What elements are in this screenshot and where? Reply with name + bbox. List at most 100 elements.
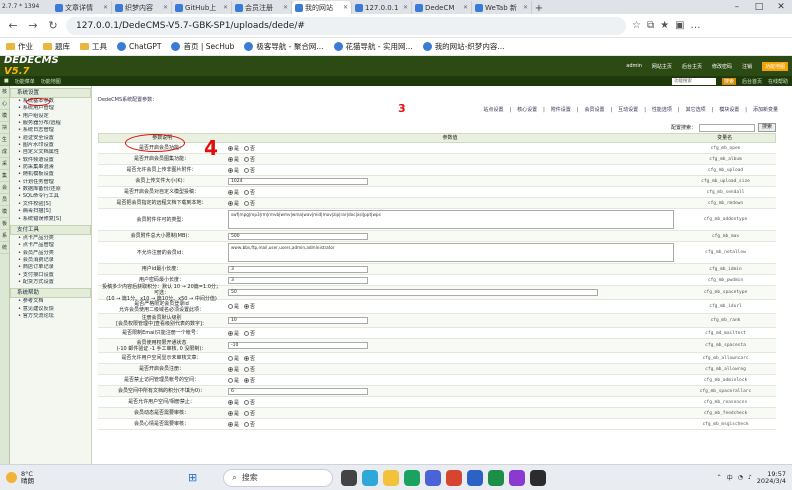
sidebar-item[interactable]: • 点卡产品管理 bbox=[10, 242, 91, 249]
text-input[interactable]: 3 bbox=[228, 265, 368, 273]
settings-tab[interactable]: 核心设置 bbox=[517, 107, 537, 113]
radio-option-yes[interactable]: 是 bbox=[228, 145, 239, 152]
textarea-input[interactable]: swf|mpg|mp3|rm|rmvb|wmv|wma|wav|mid|mov|… bbox=[228, 210, 674, 229]
textarea-input[interactable]: www,bbs,ftp,mail,user,users,admin,admini… bbox=[228, 243, 674, 262]
bookmark-item[interactable]: 我的网站-织梦内容... bbox=[422, 41, 505, 52]
text-input[interactable]: 6 bbox=[228, 387, 368, 395]
module-strip-item[interactable]: 成 bbox=[0, 146, 9, 158]
toolbar-help-link[interactable]: 在线帮助 bbox=[768, 78, 788, 85]
bookmark-item[interactable]: 工具 bbox=[80, 41, 107, 52]
radio-option-yes[interactable]: 是 bbox=[228, 200, 239, 207]
radio-option-yes[interactable]: 是 bbox=[228, 410, 239, 417]
radio-option-yes[interactable]: 是 bbox=[228, 303, 239, 310]
text-input[interactable]: 3 bbox=[228, 276, 368, 284]
collections-icon[interactable]: ▣ bbox=[675, 20, 684, 31]
radio-option-no[interactable]: 否 bbox=[244, 189, 255, 196]
sidebar-item[interactable]: • 意见建议反馈 bbox=[10, 306, 91, 313]
radio-button[interactable] bbox=[244, 189, 250, 195]
radio-option-no[interactable]: 否 bbox=[244, 355, 255, 362]
tab-close-icon[interactable]: ✕ bbox=[223, 4, 228, 11]
radio-button[interactable] bbox=[228, 421, 233, 427]
sidebar-item[interactable]: • 图片水印设置 bbox=[10, 142, 91, 149]
sidebar-item[interactable]: • 自定义文档属性 bbox=[10, 149, 91, 156]
sidebar-item[interactable]: • 文件校验[S] bbox=[10, 201, 91, 208]
text-input[interactable]: 1024 bbox=[228, 177, 368, 185]
reload-icon[interactable]: ↻ bbox=[46, 19, 60, 32]
sidebar-item[interactable]: • 系统用户管理 bbox=[10, 105, 91, 112]
module-strip-item[interactable]: 模 bbox=[0, 110, 9, 122]
radio-button[interactable] bbox=[244, 330, 250, 336]
clock[interactable]: 19:57 2024/3/4 bbox=[757, 470, 786, 485]
chrome-icon[interactable] bbox=[404, 469, 421, 486]
radio-button[interactable] bbox=[228, 156, 233, 162]
ime-indicator[interactable]: 中 bbox=[727, 473, 733, 482]
taskbar-search[interactable]: ⌕ 搜索 bbox=[223, 468, 334, 487]
more-icon[interactable]: … bbox=[691, 20, 701, 31]
radio-option-yes[interactable]: 是 bbox=[228, 330, 239, 337]
module-strip-item[interactable]: 模 bbox=[0, 206, 9, 218]
sidebar-item[interactable]: • 点卡产品分类 bbox=[10, 235, 91, 242]
function-search-button[interactable]: 搜索 bbox=[721, 77, 736, 85]
minimize-icon[interactable]: – bbox=[726, 1, 748, 14]
radio-option-no[interactable]: 否 bbox=[244, 399, 255, 406]
radio-button[interactable] bbox=[228, 399, 233, 405]
radio-option-no[interactable]: 否 bbox=[244, 200, 255, 207]
star-icon[interactable]: ☆ bbox=[632, 20, 641, 31]
bookmark-item[interactable]: 极客导航 - 聚合网... bbox=[244, 41, 324, 52]
tab-close-icon[interactable]: ✕ bbox=[163, 4, 168, 11]
app-icon[interactable] bbox=[446, 469, 463, 486]
radio-button[interactable] bbox=[228, 330, 233, 336]
module-strip-item[interactable]: 集 bbox=[0, 170, 9, 182]
tab-close-icon[interactable]: ✕ bbox=[403, 4, 408, 11]
radio-button[interactable] bbox=[228, 189, 233, 195]
radio-button[interactable] bbox=[228, 145, 233, 151]
radio-option-no[interactable]: 否 bbox=[244, 366, 255, 373]
browser-tab[interactable]: 127.0.0.1 ✕ bbox=[352, 1, 412, 14]
sidebar-item[interactable]: • 支付接口设置 bbox=[10, 272, 91, 279]
browser-tab[interactable]: WeTab 新 ✕ bbox=[472, 1, 532, 14]
toolbar-menu-icon[interactable]: ■ bbox=[4, 78, 9, 84]
word-icon[interactable] bbox=[467, 469, 484, 486]
settings-tab[interactable]: 站点设置 bbox=[483, 107, 503, 113]
radio-button[interactable] bbox=[244, 410, 250, 416]
settings-tab[interactable]: 模块设置 bbox=[719, 107, 739, 113]
sidebar-item[interactable]: • 计划任务管理 bbox=[10, 179, 91, 186]
text-input[interactable]: 50 bbox=[228, 289, 598, 296]
wifi-icon[interactable]: ◔ bbox=[738, 474, 743, 481]
radio-option-no[interactable]: 否 bbox=[244, 167, 255, 174]
sidebar-item[interactable]: • 系统基本参数 bbox=[10, 98, 91, 105]
module-strip-item[interactable]: 采 bbox=[0, 158, 9, 170]
sidebar-item[interactable]: • 随机模板设置 bbox=[10, 171, 91, 178]
tab-close-icon[interactable]: ✕ bbox=[343, 4, 348, 11]
sidebar-item[interactable]: • 验证安全设置 bbox=[10, 135, 91, 142]
header-link[interactable]: 后台主页 bbox=[682, 63, 702, 70]
settings-tab[interactable]: 互动设置 bbox=[618, 107, 638, 113]
header-func-map[interactable]: 功能地图 bbox=[761, 61, 788, 71]
radio-button[interactable] bbox=[244, 304, 250, 309]
radio-button[interactable] bbox=[244, 399, 250, 405]
sidebar-group-title[interactable]: 支付工具 bbox=[10, 224, 91, 235]
extensions-icon[interactable]: ⧉ bbox=[647, 20, 654, 31]
bookmark-item[interactable]: 首页 | SecHub bbox=[171, 41, 234, 52]
bookmark-item[interactable]: ChatGPT bbox=[117, 42, 161, 51]
radio-option-no[interactable]: 否 bbox=[244, 156, 255, 163]
sidebar-group-title[interactable]: 系统帮助 bbox=[10, 288, 91, 299]
weather-widget[interactable]: 8°C 晴朗 bbox=[0, 470, 160, 485]
text-input[interactable]: 500 bbox=[228, 232, 368, 240]
radio-option-no[interactable]: 否 bbox=[244, 303, 255, 310]
sidebar-item[interactable]: • 参考文档 bbox=[10, 298, 91, 305]
radio-button[interactable] bbox=[244, 156, 250, 162]
settings-tab[interactable]: 性能选项 bbox=[652, 107, 672, 113]
browser-tab[interactable]: 会员注册 ✕ bbox=[232, 1, 292, 14]
radio-option-yes[interactable]: 是 bbox=[228, 399, 239, 406]
app2-icon[interactable] bbox=[509, 469, 526, 486]
config-search-input[interactable] bbox=[698, 123, 755, 132]
excel-icon[interactable] bbox=[488, 469, 505, 486]
module-strip-item[interactable]: 统 bbox=[0, 242, 9, 254]
function-search-input[interactable]: 功能搜索 bbox=[671, 77, 716, 85]
sidebar-item[interactable]: • 数据库备份/还原 bbox=[10, 186, 91, 193]
radio-button[interactable] bbox=[228, 167, 233, 173]
radio-option-yes[interactable]: 是 bbox=[228, 421, 239, 428]
radio-button[interactable] bbox=[228, 410, 233, 416]
browser-tab[interactable]: DedeCM ✕ bbox=[412, 1, 472, 14]
